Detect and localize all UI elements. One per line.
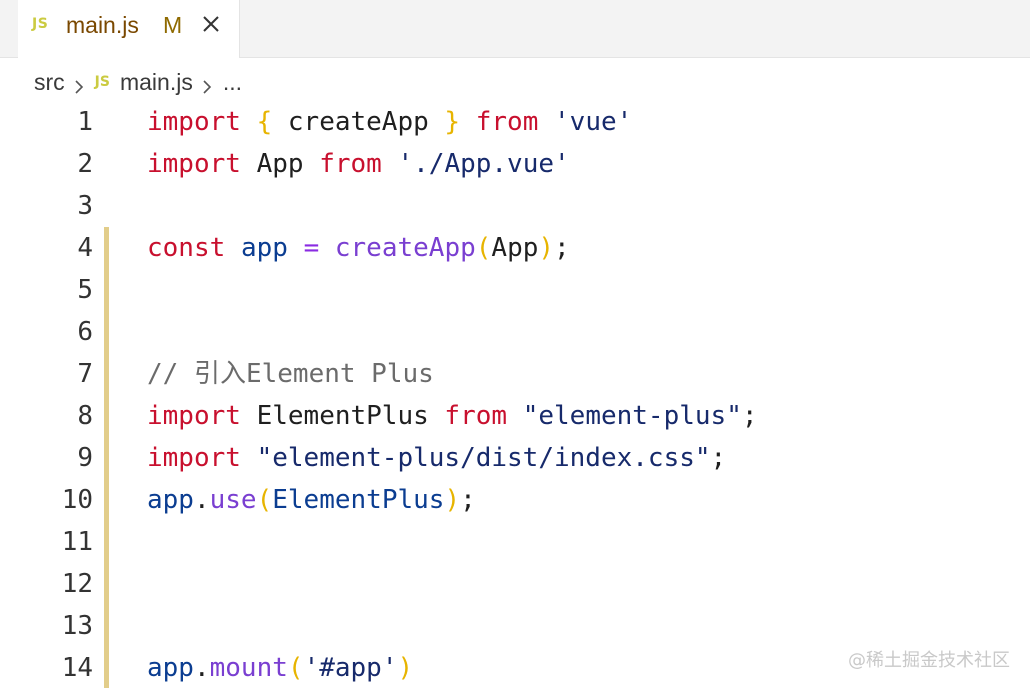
code-token-keyword: const bbox=[147, 233, 226, 263]
code-line[interactable]: app.mount('#app') bbox=[147, 647, 413, 688]
line-number: 4 bbox=[77, 233, 93, 263]
code-token-ident: App bbox=[240, 149, 320, 179]
tab-main-js[interactable]: JS main.js M bbox=[18, 0, 240, 58]
code-token-keyword: import bbox=[147, 107, 241, 137]
modified-status-badge: M bbox=[163, 12, 183, 38]
code-token-punct: . bbox=[193, 653, 210, 683]
code-token-ident: App bbox=[491, 233, 539, 263]
code-token-string: '#app' bbox=[303, 653, 398, 683]
code-token-operator: = bbox=[303, 233, 320, 263]
tab-bar: JS main.js M bbox=[0, 0, 1030, 58]
code-line[interactable]: // 引入Element Plus bbox=[147, 353, 434, 395]
line-number: 5 bbox=[77, 275, 93, 305]
line-number: 13 bbox=[61, 611, 93, 641]
javascript-file-icon: JS bbox=[94, 74, 110, 90]
breadcrumb-item-symbols[interactable]: ... bbox=[223, 69, 242, 96]
code-token-variable: app bbox=[147, 653, 194, 683]
breadcrumb-item-src[interactable]: src bbox=[34, 69, 65, 96]
code-token-string: './App.vue' bbox=[397, 149, 570, 179]
code-token-punct bbox=[507, 401, 523, 431]
line-number: 10 bbox=[61, 485, 93, 515]
code-token-punct bbox=[538, 107, 554, 137]
code-token-ident: ElementPlus bbox=[240, 401, 445, 431]
code-token-keyword: import bbox=[147, 401, 241, 431]
code-token-punct: ; bbox=[741, 401, 758, 431]
watermark: @稀土掘金技术社区 bbox=[848, 650, 1010, 671]
line-number: 14 bbox=[61, 653, 93, 683]
code-line[interactable]: app.use(ElementPlus); bbox=[147, 479, 476, 521]
line-number: 6 bbox=[77, 317, 93, 347]
code-token-variable: app bbox=[240, 233, 288, 263]
code-token-punct: ; bbox=[460, 485, 476, 515]
code-token-variable: app bbox=[147, 485, 194, 515]
code-token-punct: ; bbox=[554, 233, 570, 263]
code-line[interactable]: import App from './App.vue' bbox=[147, 143, 570, 185]
code-line[interactable]: import ElementPlus from "element-plus"; bbox=[147, 395, 758, 437]
code-token-punct bbox=[319, 233, 335, 263]
breadcrumb: src JS main.js ... bbox=[34, 64, 242, 100]
modified-lines-gutter-marker[interactable] bbox=[104, 227, 109, 688]
chevron-right-icon bbox=[199, 74, 215, 94]
line-number: 11 bbox=[61, 527, 93, 557]
javascript-file-icon: JS bbox=[32, 16, 49, 32]
code-token-string: 'vue' bbox=[554, 107, 633, 137]
code-token-brace: } bbox=[444, 107, 461, 137]
code-token-paren: ( bbox=[475, 233, 492, 263]
code-token-keyword: import bbox=[147, 443, 241, 473]
code-token-punct: . bbox=[193, 485, 210, 515]
code-token-brace: { bbox=[256, 107, 273, 137]
line-number: 12 bbox=[61, 569, 93, 599]
code-token-func: mount bbox=[209, 653, 288, 683]
close-icon[interactable] bbox=[200, 13, 222, 35]
code-token-keyword: from bbox=[475, 107, 539, 137]
code-token-punct bbox=[382, 149, 398, 179]
code-token-punct bbox=[241, 107, 257, 137]
code-token-keyword: from bbox=[319, 149, 382, 179]
code-token-punct bbox=[225, 233, 241, 263]
code-token-keyword: import bbox=[147, 149, 241, 179]
line-number: 8 bbox=[77, 401, 93, 431]
code-token-punct bbox=[460, 107, 476, 137]
line-number: 1 bbox=[77, 107, 93, 137]
code-token-string: "element-plus/dist/index.css" bbox=[256, 443, 711, 473]
code-token-comment: // 引入Element Plus bbox=[147, 359, 434, 389]
code-token-keyword: from bbox=[444, 401, 508, 431]
chevron-right-icon bbox=[71, 74, 87, 94]
code-token-paren: ) bbox=[538, 233, 555, 263]
code-token-punct bbox=[288, 233, 304, 263]
code-token-func: createApp bbox=[334, 233, 476, 263]
code-token-func: use bbox=[209, 485, 257, 515]
code-token-punct: ; bbox=[710, 443, 727, 473]
code-line[interactable]: import { createApp } from 'vue' bbox=[147, 101, 632, 143]
code-token-ident: createApp bbox=[272, 107, 445, 137]
code-token-paren: ( bbox=[287, 653, 304, 683]
code-token-paren: ) bbox=[444, 485, 461, 515]
code-token-paren: ( bbox=[256, 485, 273, 515]
code-editor[interactable]: 1 2 3 4 5 6 7 8 9 10 11 12 13 14 import { createApp }… bbox=[0, 101, 1030, 688]
code-token-paren: ) bbox=[397, 653, 414, 683]
code-token-string: "element-plus" bbox=[522, 401, 742, 431]
tab-label: main.js bbox=[66, 12, 139, 38]
breadcrumb-item-main-js[interactable]: main.js bbox=[120, 69, 193, 96]
code-token-punct bbox=[241, 443, 257, 473]
line-number: 7 bbox=[77, 359, 93, 389]
line-number: 2 bbox=[77, 149, 93, 179]
code-line[interactable]: import "element-plus/dist/index.css"; bbox=[147, 437, 726, 479]
code-line[interactable]: const app = createApp(App); bbox=[147, 227, 570, 269]
code-token-class: ElementPlus bbox=[272, 485, 445, 515]
line-number: 9 bbox=[77, 443, 93, 473]
line-number: 3 bbox=[77, 191, 93, 221]
